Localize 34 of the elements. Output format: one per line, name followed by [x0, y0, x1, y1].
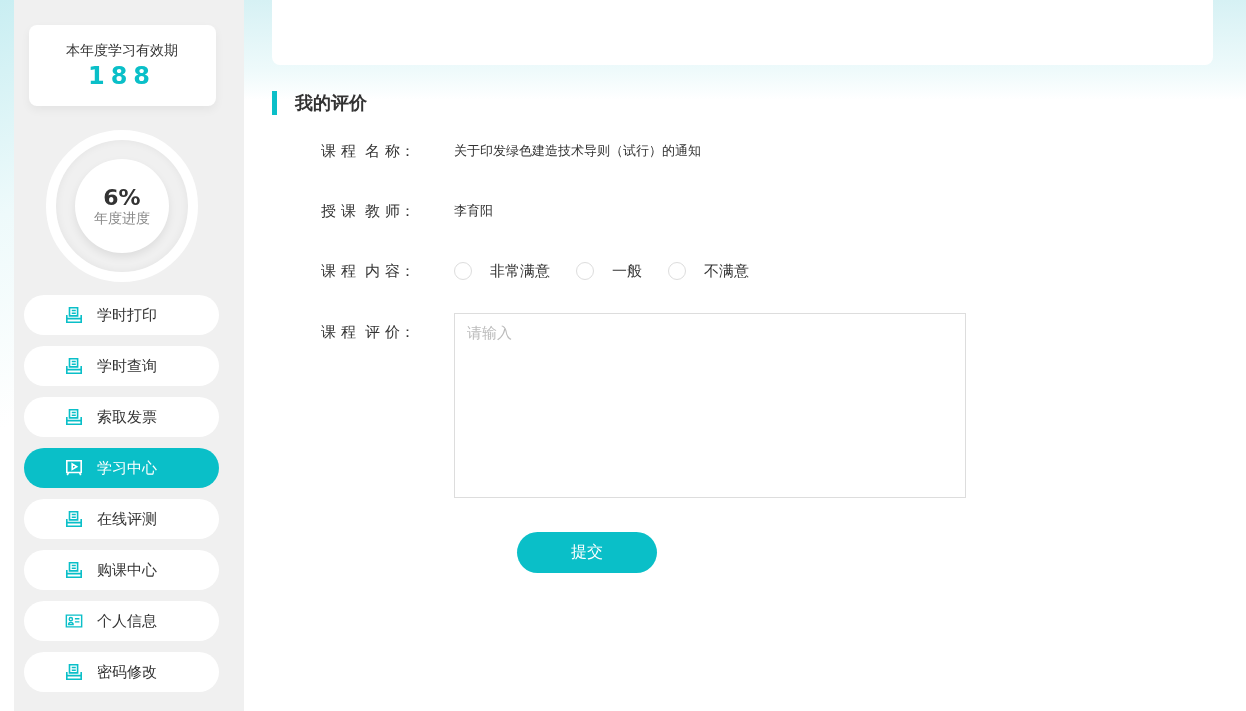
title-bar-mark: [272, 91, 277, 115]
validity-label: 本年度学习有效期: [66, 41, 178, 60]
field-label: 课 程 名 称：: [321, 141, 417, 161]
document-tray-icon: [64, 306, 83, 324]
field-label: 课 程 评 价：: [321, 323, 417, 342]
field-label: 授 课 教 师：: [321, 201, 417, 221]
field-value: 关于印发绿色建造技术导则（试行）的通知: [454, 142, 701, 160]
radio-label[interactable]: 非常满意: [490, 261, 550, 281]
radio-label[interactable]: 不满意: [704, 261, 749, 281]
menu-item[interactable]: 在线评测: [23, 499, 219, 539]
comment-field[interactable]: 请输入: [454, 313, 966, 498]
radio-button[interactable]: [454, 262, 472, 280]
progress-value: 6%: [103, 184, 141, 210]
menu-item[interactable]: 学时查询: [23, 346, 219, 386]
progress-label: 年度进度: [94, 209, 150, 228]
radio-button[interactable]: [576, 262, 594, 280]
menu-item[interactable]: 密码修改: [23, 652, 219, 692]
document-tray-icon: [64, 408, 83, 426]
field-value: 李育阳: [454, 202, 493, 220]
document-tray-icon: [64, 663, 83, 681]
document-tray-icon: [64, 357, 83, 375]
document-tray-icon: [64, 510, 83, 528]
field-label: 课 程 内 容：: [321, 261, 417, 281]
id-card-icon: [64, 612, 83, 630]
section-title: 我的评价: [295, 91, 367, 115]
menu-item[interactable]: 购课中心: [23, 550, 219, 590]
menu-item[interactable]: 学时打印: [23, 295, 219, 335]
menu-item[interactable]: 个人信息: [23, 601, 219, 641]
validity-days: 188: [87, 61, 157, 90]
radio-button[interactable]: [668, 262, 686, 280]
document-tray-icon: [64, 561, 83, 579]
play-screen-icon: [64, 459, 83, 477]
menu-item[interactable]: 索取发票: [23, 397, 219, 437]
radio-label[interactable]: 一般: [612, 261, 642, 281]
